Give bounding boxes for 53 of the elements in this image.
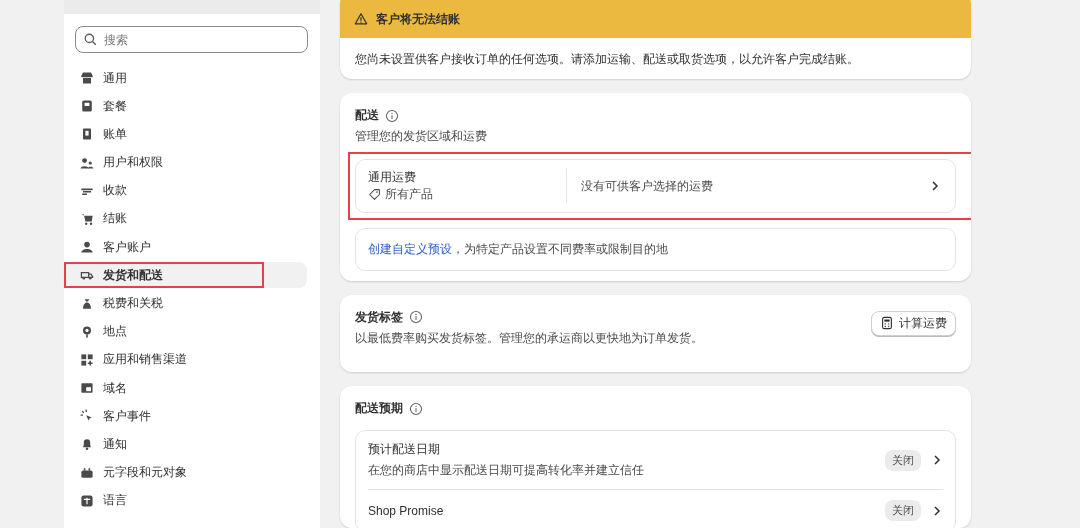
sidebar-item[interactable]: 结账 [64, 205, 307, 232]
rate-status: 没有可供客户选择的运费 [580, 177, 714, 195]
chevron-right-icon [931, 454, 943, 467]
section-description: 以最低费率购买发货标签。管理您的承运商以更快地为订单发货。 [355, 330, 703, 346]
sidebar-item[interactable]: 套餐 [64, 93, 307, 120]
section-subtitle: 管理您的发货区域和运费 [355, 129, 488, 145]
sidebar-item[interactable]: 应用和销售渠道 [64, 346, 307, 373]
sidebar-item[interactable]: 通知 [64, 431, 307, 458]
sidebar-item[interactable]: 账单 [64, 121, 307, 148]
sidebar-item[interactable]: 收款 [64, 177, 307, 204]
option-title: 预计配送日期 [368, 441, 441, 459]
chevron-right-icon [931, 504, 943, 517]
tag-icon [368, 188, 381, 202]
status-badge: 关闭 [885, 500, 921, 522]
sidebar-item[interactable]: 语言 [64, 487, 307, 514]
language-icon [79, 492, 95, 509]
calculator-icon [880, 316, 894, 331]
sidebar-item[interactable]: 用户和权限 [64, 149, 307, 176]
shipping-rate-row[interactable]: 通用运费 所有产品 没有可供客户选择的运费 [355, 159, 956, 214]
info-icon [385, 108, 399, 123]
section-title: 配送预期 [355, 400, 403, 418]
delivery-option-row[interactable]: 预计配送日期 在您的商店中显示配送日期可提高转化率并建立信任 关闭 [368, 431, 943, 491]
plan-icon [79, 98, 95, 115]
sidebar-item[interactable]: 客户事件 [64, 403, 307, 430]
sidebar-item[interactable]: 元字段和元对象 [64, 459, 307, 486]
sidebar-item[interactable]: 域名 [64, 375, 307, 402]
warning-title: 客户将无法结账 [376, 10, 460, 28]
search-field[interactable]: 搜索 [75, 26, 308, 53]
store-icon [79, 70, 95, 86]
search-icon [83, 32, 98, 47]
delivery-option-row[interactable]: Shop Promise 关闭 [368, 490, 943, 528]
info-icon [409, 310, 423, 325]
sidebar-item[interactable]: 通用 [64, 65, 307, 91]
rate-name: 通用运费 [368, 169, 417, 187]
status-badge: 关闭 [885, 449, 921, 471]
info-icon [409, 401, 423, 416]
person-icon [79, 239, 95, 256]
sidebar-item[interactable]: 发货和配送 [64, 262, 307, 289]
create-preset-link[interactable]: 创建自定义预设 [368, 242, 452, 257]
custom-preset-text: 创建自定义预设，为特定产品设置不同费率或限制目的地 [355, 228, 956, 272]
rate-products: 所有产品 [385, 186, 433, 204]
chevron-right-icon [929, 180, 941, 193]
section-title: 发货标签 [355, 308, 403, 326]
sidebar-item[interactable]: 地点 [64, 318, 307, 345]
apps-icon [79, 351, 95, 368]
sidebar-item[interactable]: 税费和关税 [64, 290, 307, 317]
sidebar-item[interactable]: 客户账户 [64, 234, 307, 261]
warning-icon [354, 12, 368, 26]
option-title: Shop Promise [368, 503, 445, 518]
option-description: 在您的商店中显示配送日期可提高转化率并建立信任 [368, 462, 645, 480]
calculate-rates-button[interactable]: 计算运费 [871, 310, 956, 336]
section-title: 配送 [355, 107, 379, 125]
warning-message: 您尚未设置供客户接收订单的任何选项。请添加运输、配送或取货选项，以允许客户完成结账。 [354, 52, 860, 67]
